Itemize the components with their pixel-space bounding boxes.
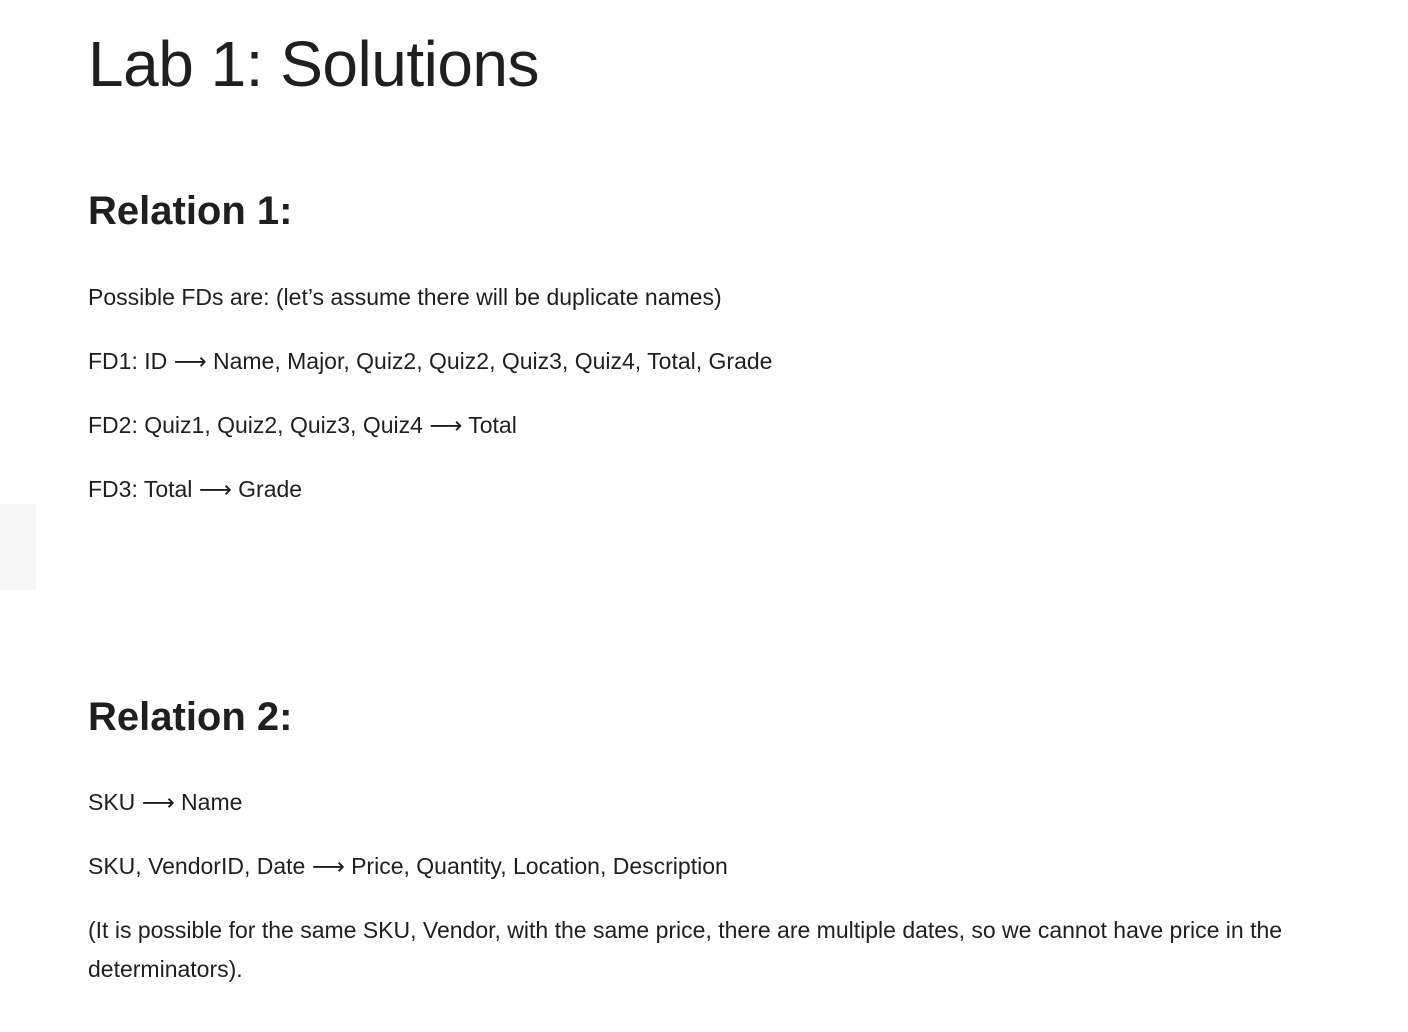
- page-title: Lab 1: Solutions: [88, 28, 540, 100]
- relation-2-fd-2: SKU, VendorID, Date ⟶ Price, Quantity, L…: [88, 853, 728, 879]
- relation-1-intro: Possible FDs are: (let’s assume there wi…: [88, 284, 722, 310]
- relation-1-fd-3: FD3: Total ⟶ Grade: [88, 476, 303, 502]
- relation-2-fd-1: SKU ⟶ Name: [88, 789, 243, 815]
- relation-1-fd-2: FD2: Quiz1, Quiz2, Quiz3, Quiz4 ⟶ Total: [88, 412, 517, 438]
- relation-2-heading: Relation 2:: [88, 695, 293, 739]
- relation-2-note: (It is possible for the same SKU, Vendor…: [88, 917, 1283, 982]
- side-panel-tab[interactable]: [0, 504, 36, 590]
- relation-1-heading: Relation 1:: [88, 189, 293, 233]
- relation-1-fd-1: FD1: ID ⟶ Name, Major, Quiz2, Quiz2, Qui…: [88, 348, 773, 374]
